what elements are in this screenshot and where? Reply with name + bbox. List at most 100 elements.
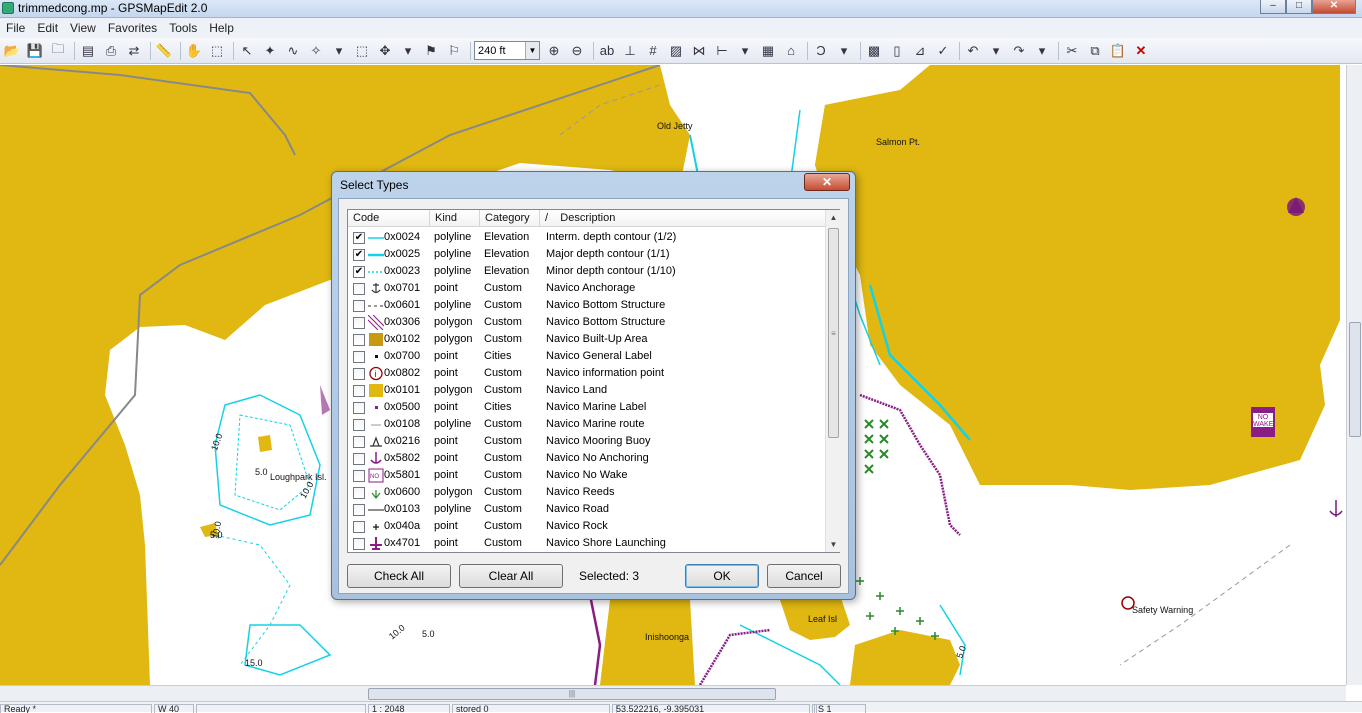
row-checkbox[interactable]: [353, 419, 365, 431]
scroll-down-icon[interactable]: ▼: [826, 537, 841, 552]
connect-icon[interactable]: ⊢: [712, 41, 732, 61]
scrollbar-thumb[interactable]: |||: [368, 688, 776, 700]
list-item[interactable]: 0x0700 point Cities Navico General Label: [348, 348, 825, 365]
chevron-down-icon[interactable]: ▾: [986, 41, 1006, 61]
zoom-in-icon[interactable]: ⊕: [544, 41, 564, 61]
chevron-down-icon[interactable]: ▾: [834, 41, 854, 61]
labels-icon[interactable]: ab: [597, 41, 617, 61]
row-checkbox[interactable]: [353, 436, 365, 448]
open-icon[interactable]: 📂: [2, 41, 22, 61]
folder-icon[interactable]: 🗀: [48, 41, 68, 61]
row-checkbox[interactable]: ✔: [353, 266, 365, 278]
menu-edit[interactable]: Edit: [31, 18, 64, 38]
row-checkbox[interactable]: [353, 317, 365, 329]
row-checkbox[interactable]: [353, 283, 365, 295]
list-item[interactable]: NO 0x5801 point Custom Navico No Wake: [348, 467, 825, 484]
chevron-down-icon[interactable]: ▾: [735, 41, 755, 61]
row-checkbox[interactable]: ✔: [353, 232, 365, 244]
clear-all-button[interactable]: Clear All: [459, 564, 563, 588]
row-checkbox[interactable]: [353, 521, 365, 533]
waypoint-icon[interactable]: ⚑: [421, 41, 441, 61]
list-item[interactable]: 0x0500 point Cities Navico Marine Label: [348, 399, 825, 416]
menu-file[interactable]: File: [0, 18, 31, 38]
minimize-button[interactable]: –: [1260, 0, 1286, 14]
row-checkbox[interactable]: [353, 351, 365, 363]
ok-button[interactable]: OK: [685, 564, 759, 588]
polyline-icon[interactable]: ∿: [283, 41, 303, 61]
list-item[interactable]: 0x4701 point Custom Navico Shore Launching: [348, 535, 825, 552]
row-checkbox[interactable]: [353, 470, 365, 482]
row-checkbox[interactable]: [353, 334, 365, 346]
list-item[interactable]: 0x0600 polygon Custom Navico Reeds: [348, 484, 825, 501]
list-item[interactable]: ✔ 0x0023 polyline Elevation Minor depth cont…: [348, 263, 825, 280]
scroll-up-icon[interactable]: ▲: [826, 210, 841, 225]
list-item[interactable]: i 0x0802 point Custom Navico information poi…: [348, 365, 825, 382]
raster-icon[interactable]: ▩: [864, 41, 884, 61]
check-layer-icon[interactable]: ✓: [933, 41, 953, 61]
list-item[interactable]: ✔ 0x0025 polyline Elevation Major depth cont…: [348, 246, 825, 263]
trace-icon[interactable]: ⚐: [444, 41, 464, 61]
check-all-button[interactable]: Check All: [347, 564, 451, 588]
close-window-button[interactable]: ✕: [1312, 0, 1356, 14]
row-checkbox[interactable]: [353, 368, 365, 380]
types-list[interactable]: Code Kind Category / Description ✔ 0x0024…: [347, 209, 840, 553]
menu-tools[interactable]: Tools: [163, 18, 203, 38]
filter-icon[interactable]: ⊿: [910, 41, 930, 61]
row-checkbox[interactable]: [353, 402, 365, 414]
list-item[interactable]: 0x040a point Custom Navico Rock: [348, 518, 825, 535]
list-item[interactable]: 0x0216 point Custom Navico Mooring Buoy: [348, 433, 825, 450]
hatch-icon[interactable]: ▨: [666, 41, 686, 61]
move-icon[interactable]: ✥: [375, 41, 395, 61]
row-checkbox[interactable]: ✔: [353, 249, 365, 261]
row-checkbox[interactable]: [353, 385, 365, 397]
wand-icon[interactable]: ✧: [306, 41, 326, 61]
row-checkbox[interactable]: [353, 453, 365, 465]
chevron-down-icon[interactable]: ▾: [329, 41, 349, 61]
cancel-button[interactable]: Cancel: [767, 564, 841, 588]
list-item[interactable]: 0x0701 point Custom Navico Anchorage: [348, 280, 825, 297]
list-item[interactable]: ✔ 0x0024 polyline Elevation Interm. depth co…: [348, 229, 825, 246]
delete-icon[interactable]: ✕: [1131, 41, 1151, 61]
list-item[interactable]: 0x0103 polyline Custom Navico Road: [348, 501, 825, 518]
grid-icon[interactable]: #: [643, 41, 663, 61]
row-checkbox[interactable]: [353, 487, 365, 499]
menu-help[interactable]: Help: [203, 18, 240, 38]
list-item[interactable]: 0x0306 polygon Custom Navico Bottom Structu…: [348, 314, 825, 331]
map-vertical-scrollbar[interactable]: [1346, 65, 1362, 685]
buildings-icon[interactable]: ⌂: [781, 41, 801, 61]
nodes-icon[interactable]: ⋈: [689, 41, 709, 61]
list-item[interactable]: 0x5802 point Custom Navico No Anchoring: [348, 450, 825, 467]
dialog-close-button[interactable]: ✕: [804, 173, 850, 191]
edit-nodes-icon[interactable]: ✦: [260, 41, 280, 61]
cut-icon[interactable]: ✂: [1062, 41, 1082, 61]
row-checkbox[interactable]: [353, 504, 365, 516]
paste-icon[interactable]: 📋: [1108, 41, 1128, 61]
row-checkbox[interactable]: [353, 538, 365, 550]
list-item[interactable]: 0x0108 polyline Custom Navico Marine route: [348, 416, 825, 433]
scrollbar-thumb[interactable]: ≡: [828, 228, 839, 438]
column-header-code[interactable]: Code: [348, 210, 430, 227]
zoom-scale-select[interactable]: 240 ft ▼: [474, 41, 540, 60]
select-arrow-icon[interactable]: ↖: [237, 41, 257, 61]
save-icon[interactable]: 💾: [25, 41, 45, 61]
menu-view[interactable]: View: [64, 18, 102, 38]
transfer-icon[interactable]: ⇄: [124, 41, 144, 61]
list-item[interactable]: 0x0601 polyline Custom Navico Bottom Struct…: [348, 297, 825, 314]
layers-icon[interactable]: ▦: [758, 41, 778, 61]
map-horizontal-scrollbar[interactable]: |||: [0, 685, 1346, 701]
hand-icon[interactable]: ✋: [184, 41, 204, 61]
maximize-button[interactable]: □: [1286, 0, 1312, 14]
page-icon[interactable]: ▯: [887, 41, 907, 61]
scrollbar-thumb[interactable]: [1349, 322, 1361, 437]
ruler-icon[interactable]: 📏: [154, 41, 174, 61]
list-item[interactable]: 0x0101 polygon Custom Navico Land: [348, 382, 825, 399]
copy-icon[interactable]: ⧉: [1085, 41, 1105, 61]
list-scrollbar[interactable]: ▲ ≡ ▼: [825, 210, 840, 552]
column-header-category[interactable]: Category: [480, 210, 540, 227]
lasso-icon[interactable]: Ɔ: [811, 41, 831, 61]
zoom-rect-icon[interactable]: ⬚: [207, 41, 227, 61]
properties-icon[interactable]: ▤: [78, 41, 98, 61]
print-icon[interactable]: ⎙: [101, 41, 121, 61]
column-header-description[interactable]: / Description: [540, 210, 825, 227]
column-header-kind[interactable]: Kind: [430, 210, 480, 227]
